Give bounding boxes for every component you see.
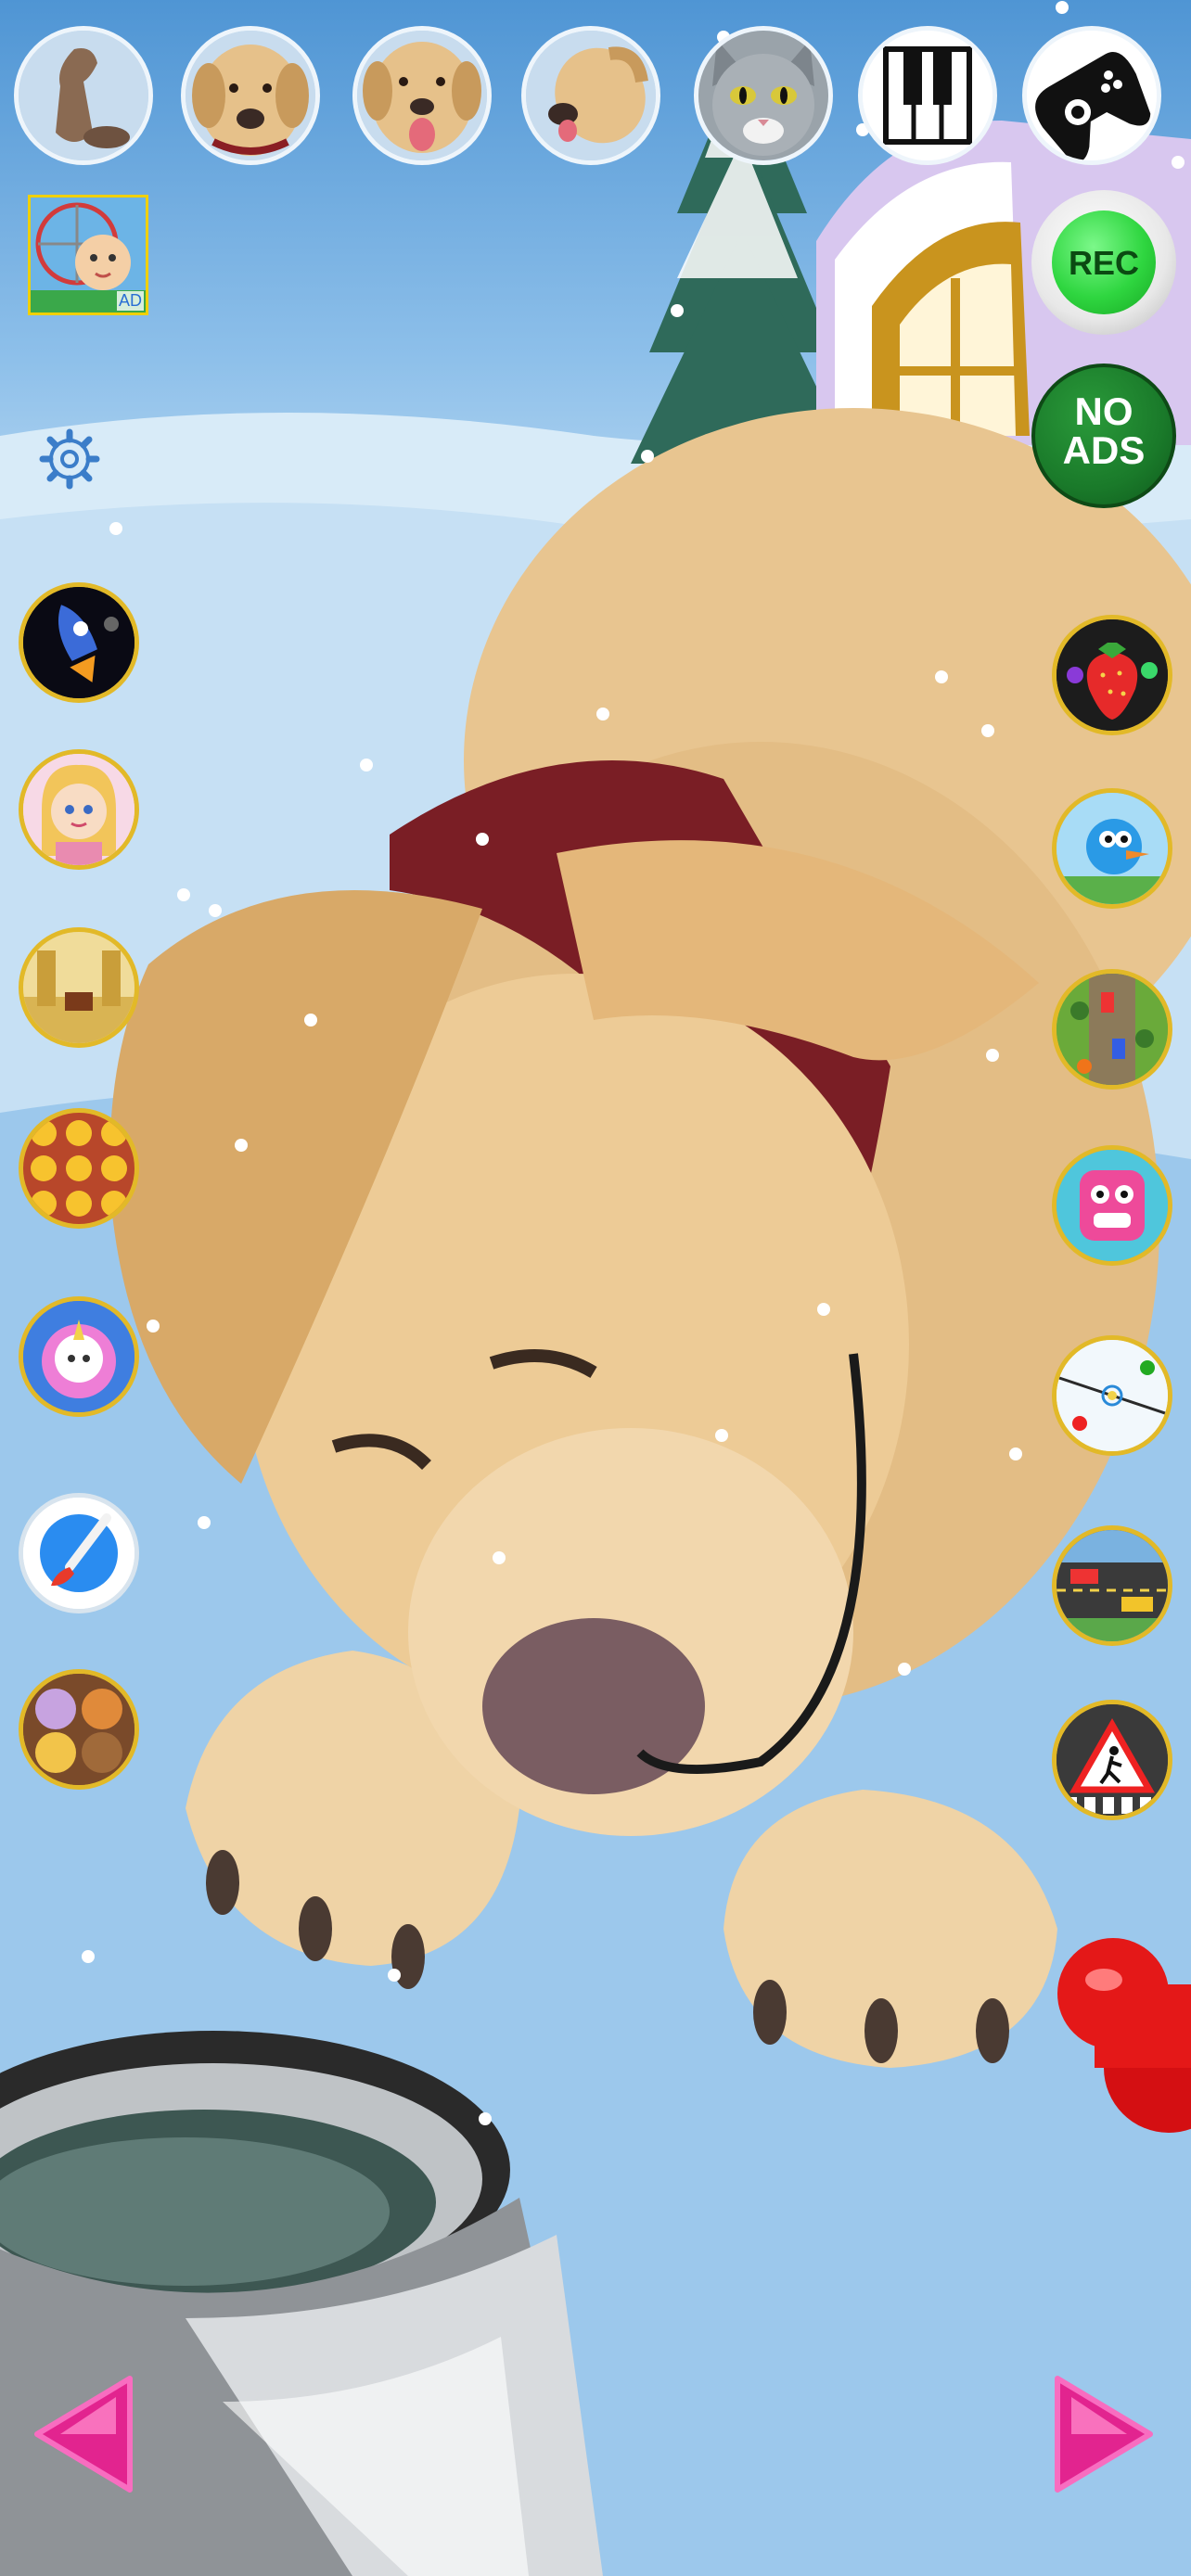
record-button[interactable]: REC	[1031, 190, 1176, 335]
left-game-maze[interactable]	[19, 927, 139, 1048]
next-button[interactable]	[1048, 2369, 1159, 2499]
right-game-pink-monster[interactable]	[1052, 1145, 1172, 1266]
emoji-grid-icon	[23, 1113, 134, 1224]
left-game-paint[interactable]	[19, 1493, 139, 1613]
left-arrow-icon	[34, 2376, 133, 2493]
cartoon-faces-icon	[23, 1674, 134, 1785]
top-button-dog-face-2[interactable]	[352, 26, 492, 165]
no-ads-line1: NO	[1074, 389, 1133, 433]
previous-button[interactable]	[28, 2369, 139, 2499]
top-button-dog-face-3[interactable]	[521, 26, 660, 165]
no-ads-button[interactable]: NO ADS	[1031, 363, 1176, 508]
traffic-icon	[1057, 1530, 1168, 1641]
crosswalk-sign-icon	[1057, 1704, 1168, 1816]
strawberry-icon	[1057, 619, 1168, 731]
unicorn-icon	[23, 1301, 134, 1412]
top-button-dog-sit[interactable]	[14, 26, 153, 165]
gear-icon	[39, 428, 100, 490]
left-game-emoji-match[interactable]	[19, 1108, 139, 1229]
dog-head-tilt-icon	[526, 31, 656, 160]
road-game-icon	[1057, 974, 1168, 1085]
pink-monster-icon	[1057, 1150, 1168, 1261]
game-scene: AD REC NO ADS	[0, 0, 1191, 2576]
left-game-cartoon-faces[interactable]	[19, 1669, 139, 1790]
top-button-cat-face[interactable]	[694, 26, 833, 165]
dog-face-icon	[186, 31, 315, 160]
rocket-icon	[23, 587, 134, 698]
sitting-dog-icon	[19, 31, 148, 160]
right-game-air-hockey[interactable]	[1052, 1335, 1172, 1456]
ad-label: AD	[116, 291, 144, 311]
settings-button[interactable]	[39, 428, 100, 490]
snowflakes	[82, 1, 1185, 2125]
air-hockey-icon	[1057, 1340, 1168, 1451]
right-game-road-runner[interactable]	[1052, 969, 1172, 1090]
no-ads-line2: ADS	[1062, 428, 1146, 472]
left-game-rocket[interactable]	[19, 582, 139, 703]
right-game-crosswalk[interactable]	[1052, 1700, 1172, 1820]
right-game-bird[interactable]	[1052, 788, 1172, 909]
top-button-gamepad[interactable]	[1022, 26, 1161, 165]
princess-icon	[23, 754, 134, 865]
paint-brush-icon	[23, 1498, 134, 1609]
right-arrow-icon	[1055, 2376, 1153, 2493]
top-button-dog-face-1[interactable]	[181, 26, 320, 165]
left-game-unicorn[interactable]	[19, 1296, 139, 1417]
gamepad-icon	[1027, 31, 1157, 160]
blue-bird-icon	[1057, 793, 1168, 904]
record-label: REC	[1068, 244, 1139, 282]
maze-icon	[23, 932, 134, 1043]
right-game-fruit[interactable]	[1052, 615, 1172, 735]
piano-keys-icon	[863, 31, 992, 160]
left-game-princess[interactable]	[19, 749, 139, 870]
ad-banner-thumbnail[interactable]: AD	[28, 195, 148, 315]
right-game-traffic[interactable]	[1052, 1525, 1172, 1646]
top-button-piano[interactable]	[858, 26, 997, 165]
cat-face-icon	[698, 31, 828, 160]
dog-face-tongue-icon	[357, 31, 487, 160]
